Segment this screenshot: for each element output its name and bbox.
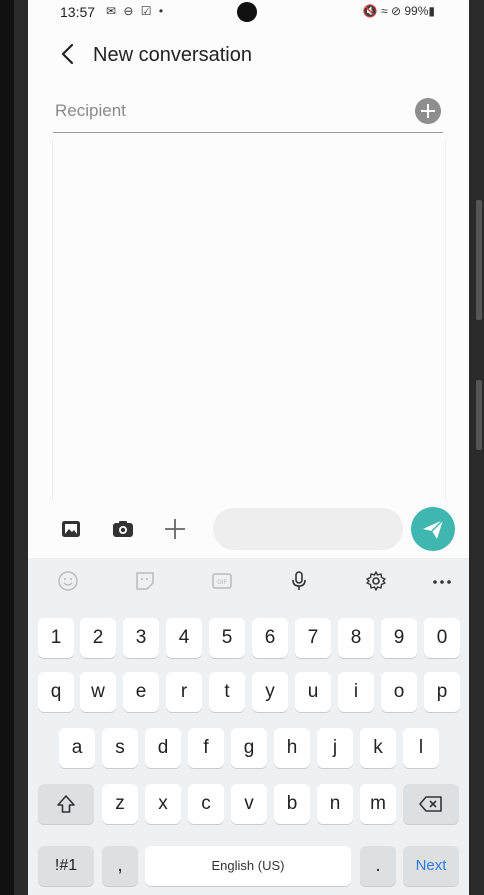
back-arrow-icon xyxy=(61,43,74,65)
phone-bezel-left xyxy=(14,0,28,895)
key-1[interactable]: 1 xyxy=(38,618,74,658)
key-e[interactable]: e xyxy=(123,672,159,712)
key-c[interactable]: c xyxy=(188,784,224,824)
key-5[interactable]: 5 xyxy=(209,618,245,658)
key-r[interactable]: r xyxy=(166,672,202,712)
power-button xyxy=(476,380,482,450)
emoji-icon[interactable] xyxy=(56,569,80,593)
back-button[interactable] xyxy=(58,42,78,66)
app-header: New conversation xyxy=(28,38,469,72)
send-button[interactable] xyxy=(411,507,455,551)
recipient-input[interactable] xyxy=(53,100,387,122)
phone-frame: 13:57 ✉ ⊖ ☑ • 🔇 ≈ ⊘ 99%▮ New conversatio… xyxy=(0,0,484,895)
comma-key[interactable]: , xyxy=(102,846,138,886)
symbols-key[interactable]: !#1 xyxy=(38,846,94,886)
compose-bar xyxy=(28,505,469,555)
volume-button xyxy=(476,200,482,320)
more-options-icon[interactable] xyxy=(430,569,454,593)
shift-key[interactable] xyxy=(38,784,94,824)
key-j[interactable]: j xyxy=(317,728,353,768)
microphone-icon[interactable] xyxy=(287,569,311,593)
shift-icon xyxy=(57,795,75,813)
key-3[interactable]: 3 xyxy=(123,618,159,658)
sticker-icon[interactable] xyxy=(133,569,157,593)
status-right-icons: 🔇 ≈ ⊘ 99%▮ xyxy=(362,4,435,18)
key-d[interactable]: d xyxy=(145,728,181,768)
key-p[interactable]: p xyxy=(424,672,460,712)
key-4[interactable]: 4 xyxy=(166,618,202,658)
key-l[interactable]: l xyxy=(403,728,439,768)
key-2[interactable]: 2 xyxy=(80,618,116,658)
key-9[interactable]: 9 xyxy=(381,618,417,658)
notification-icons: ✉ ⊖ ☑ • xyxy=(106,4,166,18)
key-s[interactable]: s xyxy=(102,728,138,768)
recipient-field xyxy=(53,96,443,133)
key-o[interactable]: o xyxy=(381,672,417,712)
key-8[interactable]: 8 xyxy=(338,618,374,658)
front-camera xyxy=(237,2,257,22)
key-k[interactable]: k xyxy=(360,728,396,768)
settings-gear-icon[interactable] xyxy=(364,569,388,593)
message-area xyxy=(52,140,446,500)
key-z[interactable]: z xyxy=(102,784,138,824)
key-g[interactable]: g xyxy=(231,728,267,768)
key-q[interactable]: q xyxy=(38,672,74,712)
space-key[interactable]: English (US) xyxy=(145,846,351,886)
svg-text:GIF: GIF xyxy=(217,579,227,586)
backspace-icon xyxy=(419,796,442,812)
message-input-pill xyxy=(213,508,403,550)
key-a[interactable]: a xyxy=(59,728,95,768)
keyboard-row-2: a s d f g h j k l xyxy=(28,728,469,772)
key-m[interactable]: m xyxy=(360,784,396,824)
gallery-icon[interactable] xyxy=(58,516,84,542)
camera-icon[interactable] xyxy=(110,516,136,542)
key-n[interactable]: n xyxy=(317,784,353,824)
key-b[interactable]: b xyxy=(274,784,310,824)
period-key[interactable]: . xyxy=(360,846,396,886)
key-w[interactable]: w xyxy=(80,672,116,712)
keyboard-row-1: q w e r t y u i o p xyxy=(28,672,469,716)
keyboard-toolbar: GIF xyxy=(28,558,469,604)
status-time: 13:57 xyxy=(60,4,96,20)
key-i[interactable]: i xyxy=(338,672,374,712)
message-input[interactable] xyxy=(225,508,399,550)
gif-icon[interactable]: GIF xyxy=(210,569,234,593)
add-recipient-icon[interactable] xyxy=(415,98,441,124)
status-bar: 13:57 ✉ ⊖ ☑ • 🔇 ≈ ⊘ 99%▮ xyxy=(28,0,469,28)
key-7[interactable]: 7 xyxy=(295,618,331,658)
key-x[interactable]: x xyxy=(145,784,181,824)
attach-plus-icon[interactable] xyxy=(162,516,188,542)
keyboard: GIF 1 2 3 4 5 6 7 8 9 0 q w e r t y u i … xyxy=(28,558,469,895)
key-f[interactable]: f xyxy=(188,728,224,768)
next-key[interactable]: Next xyxy=(403,846,459,886)
key-v[interactable]: v xyxy=(231,784,267,824)
key-h[interactable]: h xyxy=(274,728,310,768)
key-y[interactable]: y xyxy=(252,672,288,712)
key-0[interactable]: 0 xyxy=(424,618,460,658)
keyboard-bottom-row: !#1 , English (US) . Next xyxy=(28,846,469,890)
send-icon xyxy=(423,519,444,539)
key-6[interactable]: 6 xyxy=(252,618,288,658)
key-t[interactable]: t xyxy=(209,672,245,712)
page-title: New conversation xyxy=(93,44,252,66)
backspace-key[interactable] xyxy=(403,784,459,824)
keyboard-number-row: 1 2 3 4 5 6 7 8 9 0 xyxy=(28,618,469,662)
screen: 13:57 ✉ ⊖ ☑ • 🔇 ≈ ⊘ 99%▮ New conversatio… xyxy=(28,0,469,895)
keyboard-row-3: z x c v b n m xyxy=(28,784,469,828)
key-u[interactable]: u xyxy=(295,672,331,712)
